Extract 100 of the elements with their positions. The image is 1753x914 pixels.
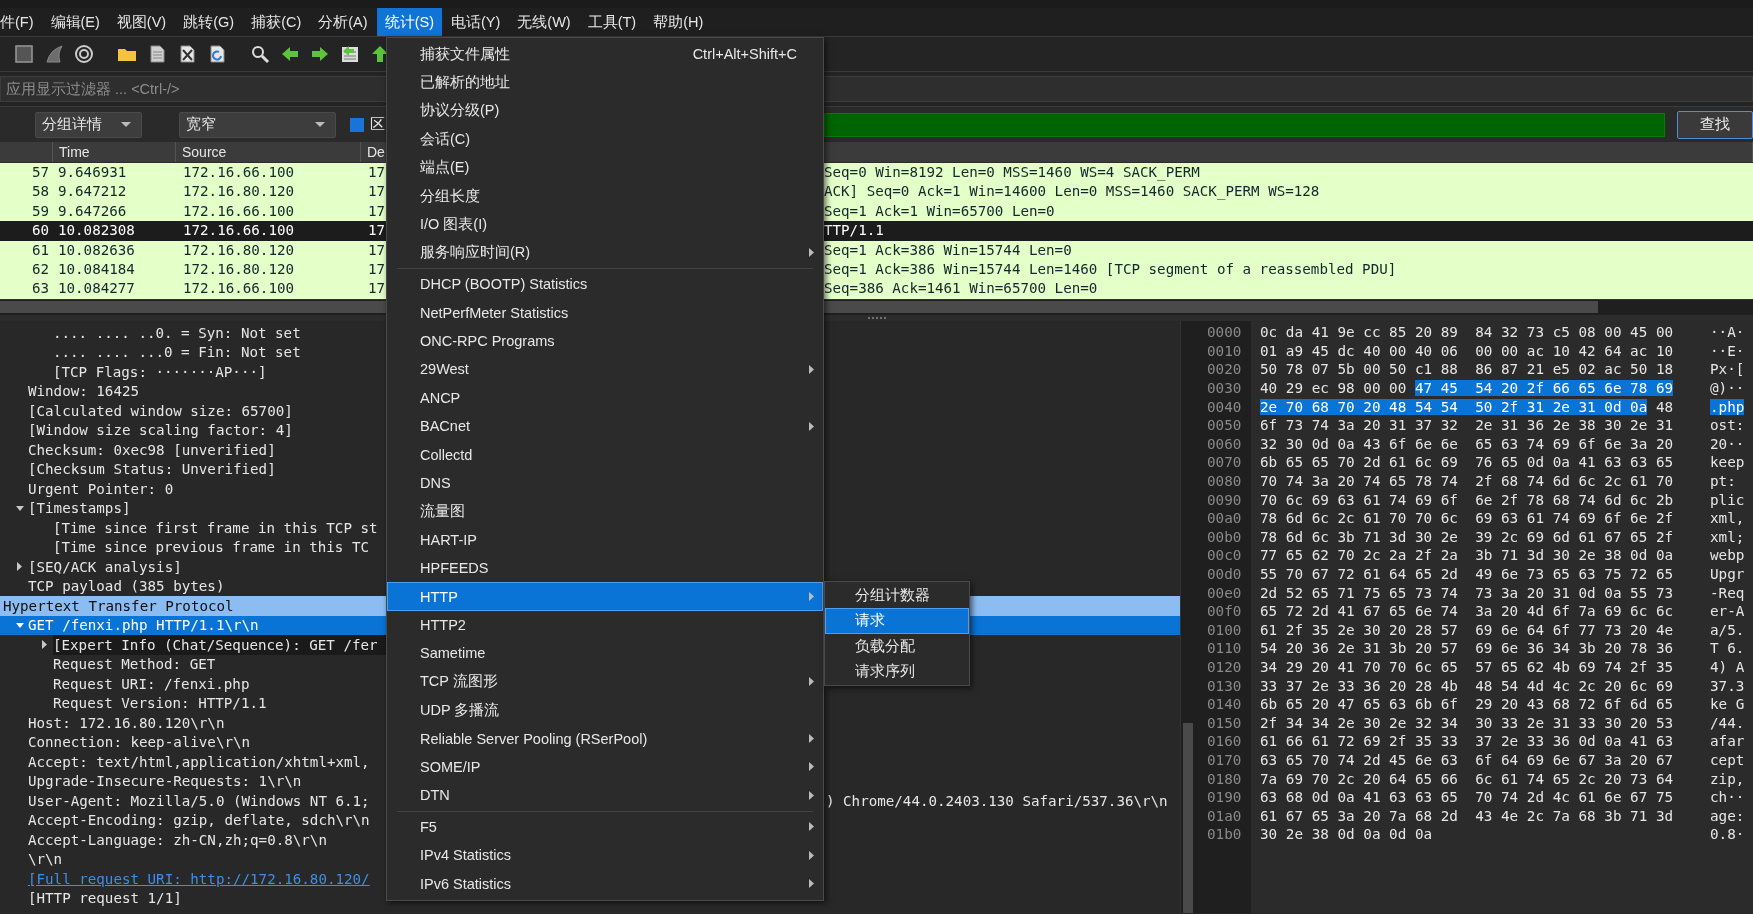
column-header[interactable]: Source (176, 142, 361, 162)
hex-bytes[interactable]: 70 6c 69 63 61 74 69 6f 6e 2f 78 68 74 6d 6c 2b (1260, 491, 1674, 508)
ascii-text[interactable]: plic (1710, 491, 1745, 508)
menu-item[interactable]: ANCP (387, 383, 823, 413)
tree-row[interactable]: Accept: text/html,application/xhtml+xml, (0, 752, 386, 772)
ascii-text[interactable]: 37.3 (1710, 677, 1745, 694)
tree-row[interactable]: TCP payload (385 bytes) (0, 576, 386, 596)
menu-item[interactable]: UDP 多播流 (387, 696, 823, 725)
ascii-text[interactable]: ··E· (1710, 342, 1745, 359)
menu-item[interactable]: 29West (387, 355, 823, 384)
tree-row[interactable]: [Checksum Status: Unverified] (0, 459, 386, 479)
hex-bytes[interactable]: 2f 34 34 2e 30 2e 32 34 30 33 2e 31 33 30 20 53 (1260, 714, 1674, 731)
menu-item[interactable]: 捕获(C) (243, 8, 310, 36)
menu-item[interactable]: 流量图 (387, 497, 823, 526)
tree-row[interactable]: \r\n (0, 849, 386, 869)
ascii-text[interactable]: age: (1710, 807, 1745, 824)
find-button[interactable]: 查找 (1677, 110, 1753, 139)
ascii-text[interactable]: pt: (1710, 473, 1736, 490)
tree-row[interactable]: Connection: keep-alive\r\n (0, 732, 386, 752)
tree-row[interactable]: [Time since previous frame in this TC (0, 537, 386, 557)
ascii-text[interactable]: xml, (1710, 510, 1745, 527)
tree-row[interactable]: [HTTP request 1/1] (0, 888, 386, 908)
hex-bytes[interactable]: 54 20 36 2e 31 3b 20 57 69 6e 36 34 3b 20 78 36 (1260, 640, 1674, 657)
tree-row[interactable]: [SEQ/ACK analysis] (0, 557, 386, 577)
tree-row[interactable]: [TCP Flags: ·······AP···] (0, 362, 386, 382)
hex-bytes[interactable]: 30 2e 38 0d 0a 0d 0a (1260, 826, 1433, 843)
menu-item[interactable]: HPFEEDS (387, 554, 823, 583)
hex-bytes[interactable]: 61 67 65 3a 20 7a 68 2d 43 4e 2c 7a 68 3b 71 3d (1260, 807, 1674, 824)
ascii-text[interactable]: /44. (1710, 714, 1745, 731)
hex-bytes[interactable]: 6b 65 20 47 65 63 6b 6f 29 20 43 68 72 6f 6d 65 (1260, 696, 1674, 713)
menu-item[interactable]: 无线(W) (509, 8, 579, 36)
ascii-text[interactable]: keep (1710, 454, 1745, 471)
menu-item[interactable]: Reliable Server Pooling (RSerPool) (387, 724, 823, 753)
hex-bytes[interactable]: 63 68 0d 0a 41 63 63 65 70 74 2d 4c 61 6e 67 75 (1260, 789, 1674, 806)
menu-item[interactable]: DTN (387, 781, 823, 810)
hex-bytes[interactable]: 78 6d 6c 2c 61 70 70 6c 69 63 61 74 69 6f 6e 2f (1260, 510, 1674, 527)
tree-row[interactable]: Request URI: /fenxi.php (0, 674, 386, 694)
tree-row[interactable]: .... .... ...0 = Fin: Not set (0, 342, 386, 362)
ascii-text[interactable]: afar (1710, 733, 1745, 750)
ascii-text[interactable]: ost: (1710, 417, 1745, 434)
menu-item[interactable]: SOME/IP (387, 752, 823, 782)
menu-item[interactable]: 统计(S) (376, 8, 442, 36)
hex-bytes[interactable]: 34 29 20 41 70 70 6c 65 57 65 62 4b 69 74 2f 35 (1260, 659, 1674, 675)
ascii-text[interactable]: T 6. (1710, 640, 1745, 657)
menu-item[interactable]: 分析(A) (310, 8, 376, 36)
menu-item[interactable]: F5 (387, 812, 823, 841)
ascii-text[interactable]: ke G (1710, 696, 1745, 713)
hex-bytes[interactable]: 32 30 0d 0a 43 6f 6e 6e 65 63 74 69 6f 6e 3a 20 (1260, 435, 1674, 452)
tree-row[interactable]: .... .... ..0. = Syn: Not set (0, 323, 386, 343)
tree-row[interactable]: GET /fenxi.php HTTP/1.1\r\n (0, 615, 386, 635)
menu-item[interactable]: 电话(Y) (442, 8, 509, 36)
tree-row[interactable]: [Window size scaling factor: 4] (0, 420, 386, 440)
hex-bytes[interactable]: 61 2f 35 2e 30 20 28 57 69 6e 64 6f 77 73 20 4e (1260, 621, 1674, 638)
menu-item[interactable]: 请求序列 (825, 658, 969, 685)
ascii-text[interactable]: 20·· (1710, 435, 1745, 452)
hex-bytes[interactable]: 77 65 62 70 2c 2a 2f 2a 3b 71 3d 30 2e 38 0d 0a (1260, 547, 1674, 564)
hex-bytes[interactable]: 2d 52 65 71 75 65 73 74 73 3a 20 31 0d 0a 55 73 (1260, 584, 1674, 601)
hex-bytes[interactable]: 6f 73 74 3a 20 31 37 32 2e 31 36 2e 38 30 2e 31 (1260, 417, 1674, 434)
hex-bytes[interactable]: 01 a9 45 dc 40 00 40 06 00 00 ac 10 42 64 ac 10 (1260, 342, 1674, 359)
tree-row[interactable]: Hypertext Transfer Protocol (0, 596, 386, 616)
menu-item[interactable]: DNS (387, 468, 823, 498)
hex-bytes[interactable]: 70 74 3a 20 74 65 78 74 2f 68 74 6d 6c 2c 61 70 (1260, 473, 1674, 490)
ascii-text[interactable]: ··A· (1710, 324, 1745, 341)
menu-item[interactable]: IPv6 Statistics (387, 869, 823, 898)
dropdown[interactable]: 宽窄 (179, 111, 336, 138)
ascii-text[interactable]: er-A (1710, 603, 1745, 620)
hex-bytes[interactable]: 50 78 07 5b 00 50 c1 88 86 87 21 e5 02 ac 50 18 (1260, 361, 1674, 378)
menu-item[interactable]: 会话(C) (387, 125, 823, 154)
hex-bytes[interactable]: 48 (1647, 398, 1674, 415)
ascii-text[interactable]: 0.8· (1710, 826, 1745, 843)
hex-bytes[interactable]: 63 65 70 74 2d 45 6e 63 6f 64 69 6e 67 3a 20 67 (1260, 751, 1674, 768)
hex-bytes[interactable]: 7a 69 70 2c 20 64 65 66 6c 61 74 65 2c 20 73 64 (1260, 770, 1674, 787)
ascii-text[interactable]: a/5. (1710, 621, 1745, 638)
ascii-text[interactable]: -Req (1710, 584, 1745, 601)
menu-item[interactable]: 工具(T) (579, 8, 645, 36)
menu-item[interactable]: BACnet (387, 412, 823, 441)
menu-item[interactable]: NetPerfMeter Statistics (387, 298, 823, 327)
hex-bytes[interactable]: 0c da 41 9e cc 85 20 89 84 32 73 c5 08 00 45 00 (1260, 324, 1674, 341)
tree-row[interactable]: Accept-Encoding: gzip, deflate, sdch\r\n (0, 810, 386, 830)
ascii-text[interactable]: ch·· (1710, 789, 1745, 806)
hex-bytes[interactable]: 61 66 61 72 69 2f 35 33 37 2e 33 36 0d 0a 41 63 (1260, 733, 1674, 750)
menu-item[interactable]: 跳转(G) (175, 8, 243, 36)
hex-bytes[interactable]: 40 29 ec 98 00 00 (1260, 380, 1415, 397)
menu-item[interactable]: 分组计数器 (825, 583, 969, 609)
ascii-text[interactable]: cept (1710, 751, 1745, 768)
menu-item[interactable]: Collectd (387, 440, 823, 469)
ascii-text[interactable]: xml; (1710, 528, 1745, 545)
menu-item[interactable]: 请求 (825, 608, 969, 634)
ascii-text[interactable]: Upgr (1710, 566, 1745, 582)
menu-item[interactable]: 负载分配 (825, 633, 969, 659)
tree-row[interactable]: Window: 16425 (0, 381, 386, 401)
ascii-text[interactable]: webp (1710, 547, 1745, 564)
tree-row[interactable]: [Timestamps] (0, 498, 386, 518)
ascii-text[interactable]: zip, (1710, 770, 1745, 787)
ascii-text[interactable]: .php (1710, 398, 1745, 415)
hex-bytes[interactable]: 78 6d 6c 3b 71 3d 30 2e 39 2c 69 6d 61 67 65 2f (1260, 528, 1674, 545)
ascii-text[interactable]: Px·[ (1710, 361, 1745, 378)
menu-item[interactable]: 帮助(H) (645, 8, 712, 36)
tree-row[interactable]: Checksum: 0xec98 [unverified] (0, 440, 386, 460)
tree-row[interactable]: User-Agent: Mozilla/5.0 (Windows NT 6.1; (0, 791, 386, 811)
